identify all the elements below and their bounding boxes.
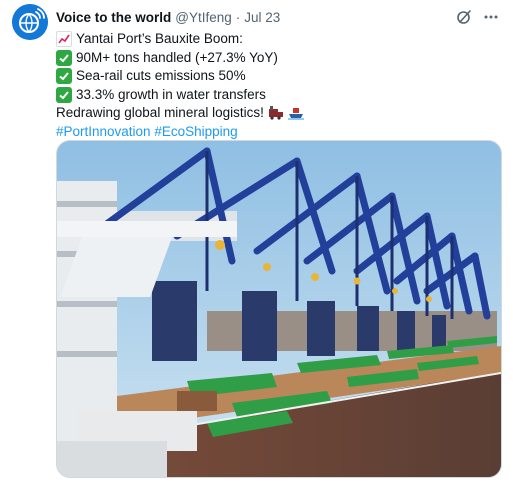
tweet-line: 90M+ tons handled (+27.3% YoY)	[56, 49, 499, 68]
more-icon[interactable]	[483, 9, 499, 25]
tweet-date[interactable]: Jul 23	[244, 10, 280, 25]
tweet-line: Yantai Port’s Bauxite Boom:	[56, 30, 499, 49]
check-mark-icon	[56, 49, 72, 66]
tweet-closing-text: Redrawing global mineral logistics!	[56, 105, 264, 120]
tweet-line: 33.3% growth in water transfers	[56, 86, 499, 105]
chart-increasing-icon	[56, 31, 72, 48]
check-mark-icon	[56, 68, 72, 85]
grok-icon[interactable]	[455, 8, 473, 26]
tweet-line-text: Yantai Port’s Bauxite Boom:	[76, 31, 243, 46]
separator-dot: ·	[235, 9, 241, 25]
avatar[interactable]	[12, 4, 48, 40]
author-name[interactable]: Voice to the world	[56, 10, 171, 25]
tweet-line-text: Sea-rail cuts emissions 50%	[76, 68, 246, 83]
tweet-card[interactable]: Voice to the world @YtIfeng · Jul 23 Yan…	[0, 0, 513, 484]
hashtag-link[interactable]: #EcoShipping	[154, 123, 237, 142]
tweet-line: Sea-rail cuts emissions 50%	[56, 67, 499, 86]
tweet-line-text: 90M+ tons handled (+27.3% YoY)	[76, 49, 278, 65]
hashtag-row: #PortInnovation #EcoShipping	[56, 123, 499, 142]
ship-unloader-cranes-photo	[57, 141, 501, 477]
author-handle[interactable]: @YtIfeng	[175, 10, 232, 25]
globe-voice-icon	[12, 4, 48, 40]
ship-icon	[287, 105, 304, 121]
tweet-header: Voice to the world @YtIfeng · Jul 23	[56, 6, 503, 28]
tweet-line: Redrawing global mineral logistics!	[56, 104, 499, 123]
tweet-media-photo[interactable]	[56, 140, 502, 478]
check-mark-icon	[56, 86, 72, 103]
train-icon	[268, 105, 284, 121]
hashtag-link[interactable]: #PortInnovation	[56, 123, 151, 142]
tweet-text: Yantai Port’s Bauxite Boom: 90M+ tons ha…	[56, 30, 499, 141]
tweet-line-text: 33.3% growth in water transfers	[76, 86, 266, 102]
